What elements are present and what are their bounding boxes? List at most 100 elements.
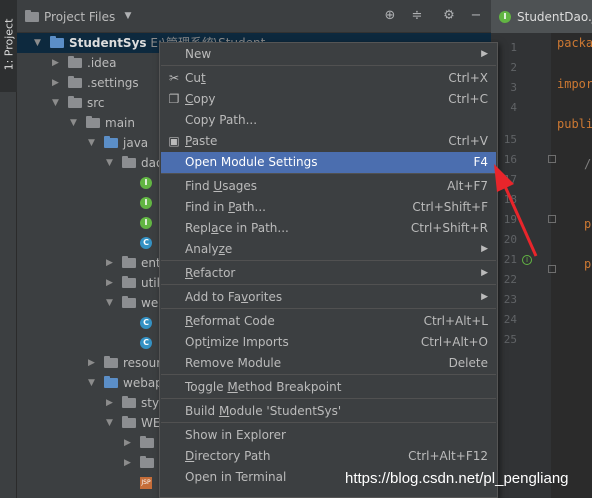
collapsed-arrow-icon[interactable]: ▶ xyxy=(88,353,98,373)
folder-icon xyxy=(68,96,82,108)
menu-item-label: Directory Path xyxy=(185,449,271,463)
menu-item-find-usages[interactable]: Find Usages Alt+F7 xyxy=(161,176,496,197)
menu-item-copy[interactable]: ❐ Copy Ctrl+C xyxy=(161,89,496,110)
fold-marker-icon[interactable] xyxy=(548,155,556,163)
menu-item-reformat-code[interactable]: Reformat Code Ctrl+Alt+L xyxy=(161,311,496,332)
menu-item-label: Refactor xyxy=(185,266,236,280)
folder-icon xyxy=(140,436,154,448)
menu-item-copy-path[interactable]: Copy Path... xyxy=(161,110,496,131)
menu-item-refactor[interactable]: Refactor ▶ xyxy=(161,263,496,284)
menu-item-show-in-explorer[interactable]: Show in Explorer xyxy=(161,425,496,446)
fold-marker-icon[interactable] xyxy=(548,215,556,223)
menu-item-label: Show in Explorer xyxy=(185,428,286,442)
target-icon[interactable]: ⊕ xyxy=(383,9,397,23)
folder-icon xyxy=(86,116,100,128)
menu-item-label: Find in Path... xyxy=(185,200,266,214)
menu-item-label: Copy Path... xyxy=(185,113,258,127)
menu-item-analyze[interactable]: Analyze ▶ xyxy=(161,239,496,260)
line-number: 3 xyxy=(510,81,517,94)
menu-separator xyxy=(161,65,496,66)
collapsed-arrow-icon[interactable]: ▶ xyxy=(52,73,62,93)
project-files-folder-icon xyxy=(25,10,39,22)
folder-icon xyxy=(122,416,136,428)
menu-item-shortcut: Ctrl+C xyxy=(448,92,488,106)
line-number: 19 xyxy=(503,213,517,226)
folder-icon xyxy=(68,56,82,68)
menu-item-toggle-method-breakpoint[interactable]: Toggle Method Breakpoint xyxy=(161,377,496,398)
line-number: 15 xyxy=(503,133,517,146)
collapsed-arrow-icon[interactable]: ▶ xyxy=(124,433,134,453)
editor-tab-bar: I StudentDao.j xyxy=(491,0,592,33)
expanded-arrow-icon[interactable]: ▼ xyxy=(106,413,116,433)
implemented-marker-icon[interactable]: I xyxy=(522,255,532,265)
folder-icon xyxy=(104,136,118,148)
code-line: impor xyxy=(557,77,592,91)
line-number: 24 xyxy=(503,313,517,326)
menu-item-optimize-imports[interactable]: Optimize Imports Ctrl+Alt+O xyxy=(161,332,496,353)
menu-item-replace-in-path[interactable]: Replace in Path... Ctrl+Shift+R xyxy=(161,218,496,239)
collapsed-arrow-icon[interactable]: ▶ xyxy=(106,393,116,413)
menu-item-directory-path[interactable]: Directory Path Ctrl+Alt+F12 xyxy=(161,446,496,467)
scissors-icon: ✂ xyxy=(168,71,180,85)
menu-item-build-module-studentsys[interactable]: Build Module 'StudentSys' xyxy=(161,401,496,422)
collapsed-arrow-icon[interactable]: ▶ xyxy=(124,453,134,473)
menu-item-add-to-favorites[interactable]: Add to Favorites ▶ xyxy=(161,287,496,308)
interface-file-icon: I xyxy=(499,11,511,23)
menu-item-shortcut: F4 xyxy=(473,155,488,169)
copy-icon: ❐ xyxy=(168,92,180,106)
project-tool-tab[interactable]: 1: Project xyxy=(0,0,17,92)
folder-icon xyxy=(122,296,136,308)
expanded-arrow-icon[interactable]: ▼ xyxy=(52,93,62,113)
hide-icon[interactable]: − xyxy=(469,9,483,23)
expanded-arrow-icon[interactable]: ▼ xyxy=(88,373,98,393)
class-icon: C xyxy=(140,337,152,349)
menu-item-new[interactable]: New ▶ xyxy=(161,44,496,65)
folder-icon xyxy=(104,356,118,368)
editor-gutter: 1 2 3 4 15 16 17 18 19 20 21 22 23 24 25 I xyxy=(491,33,556,498)
tree-node-label: java xyxy=(123,136,149,150)
folder-icon xyxy=(104,376,118,388)
menu-item-shortcut: Ctrl+Alt+F12 xyxy=(408,449,488,463)
menu-separator xyxy=(161,284,496,285)
menu-item-label: New xyxy=(185,47,212,61)
line-number: 16 xyxy=(503,153,517,166)
menu-item-find-in-path[interactable]: Find in Path... Ctrl+Shift+F xyxy=(161,197,496,218)
menu-item-label: Copy xyxy=(185,92,216,106)
line-number: 23 xyxy=(503,293,517,306)
menu-item-remove-module[interactable]: Remove Module Delete xyxy=(161,353,496,374)
line-number: 22 xyxy=(503,273,517,286)
tree-node-label: .idea xyxy=(87,56,117,70)
folder-icon xyxy=(50,36,64,48)
expanded-arrow-icon[interactable]: ▼ xyxy=(88,133,98,153)
expanded-arrow-icon[interactable]: ▼ xyxy=(34,33,44,53)
expanded-arrow-icon[interactable]: ▼ xyxy=(70,113,80,133)
menu-item-cut[interactable]: ✂ Cut Ctrl+X xyxy=(161,68,496,89)
fold-marker-icon[interactable] xyxy=(548,265,556,273)
gear-icon[interactable]: ⚙ xyxy=(442,9,456,23)
submenu-arrow-icon: ▶ xyxy=(481,292,488,302)
menu-item-shortcut: Ctrl+V xyxy=(448,134,488,148)
project-view-selector[interactable]: Project Files xyxy=(44,10,115,24)
submenu-arrow-icon: ▶ xyxy=(481,49,488,59)
line-number: 17 xyxy=(503,173,517,186)
menu-separator xyxy=(161,422,496,423)
menu-item-open-module-settings[interactable]: Open Module Settings F4 xyxy=(161,152,496,173)
menu-item-shortcut: Delete xyxy=(448,356,488,370)
editor-tab-studentdao[interactable]: I StudentDao.j xyxy=(491,0,592,33)
menu-item-label: Build Module 'StudentSys' xyxy=(185,404,342,418)
expanded-arrow-icon[interactable]: ▼ xyxy=(106,153,116,173)
interface-icon: I xyxy=(140,197,152,209)
menu-item-label: Replace in Path... xyxy=(185,221,289,235)
code-line: publi xyxy=(557,117,592,131)
collapse-icon[interactable]: ≑ xyxy=(410,9,424,23)
collapsed-arrow-icon[interactable]: ▶ xyxy=(106,273,116,293)
submenu-arrow-icon: ▶ xyxy=(481,244,488,254)
watermark-text: https://blog.csdn.net/pl_pengliang xyxy=(345,470,569,487)
menu-separator xyxy=(161,260,496,261)
menu-item-paste[interactable]: ▣ Paste Ctrl+V xyxy=(161,131,496,152)
view-dropdown-chevron-icon[interactable]: ▼ xyxy=(121,9,135,23)
line-number: 4 xyxy=(510,101,517,114)
expanded-arrow-icon[interactable]: ▼ xyxy=(106,293,116,313)
collapsed-arrow-icon[interactable]: ▶ xyxy=(106,253,116,273)
collapsed-arrow-icon[interactable]: ▶ xyxy=(52,53,62,73)
